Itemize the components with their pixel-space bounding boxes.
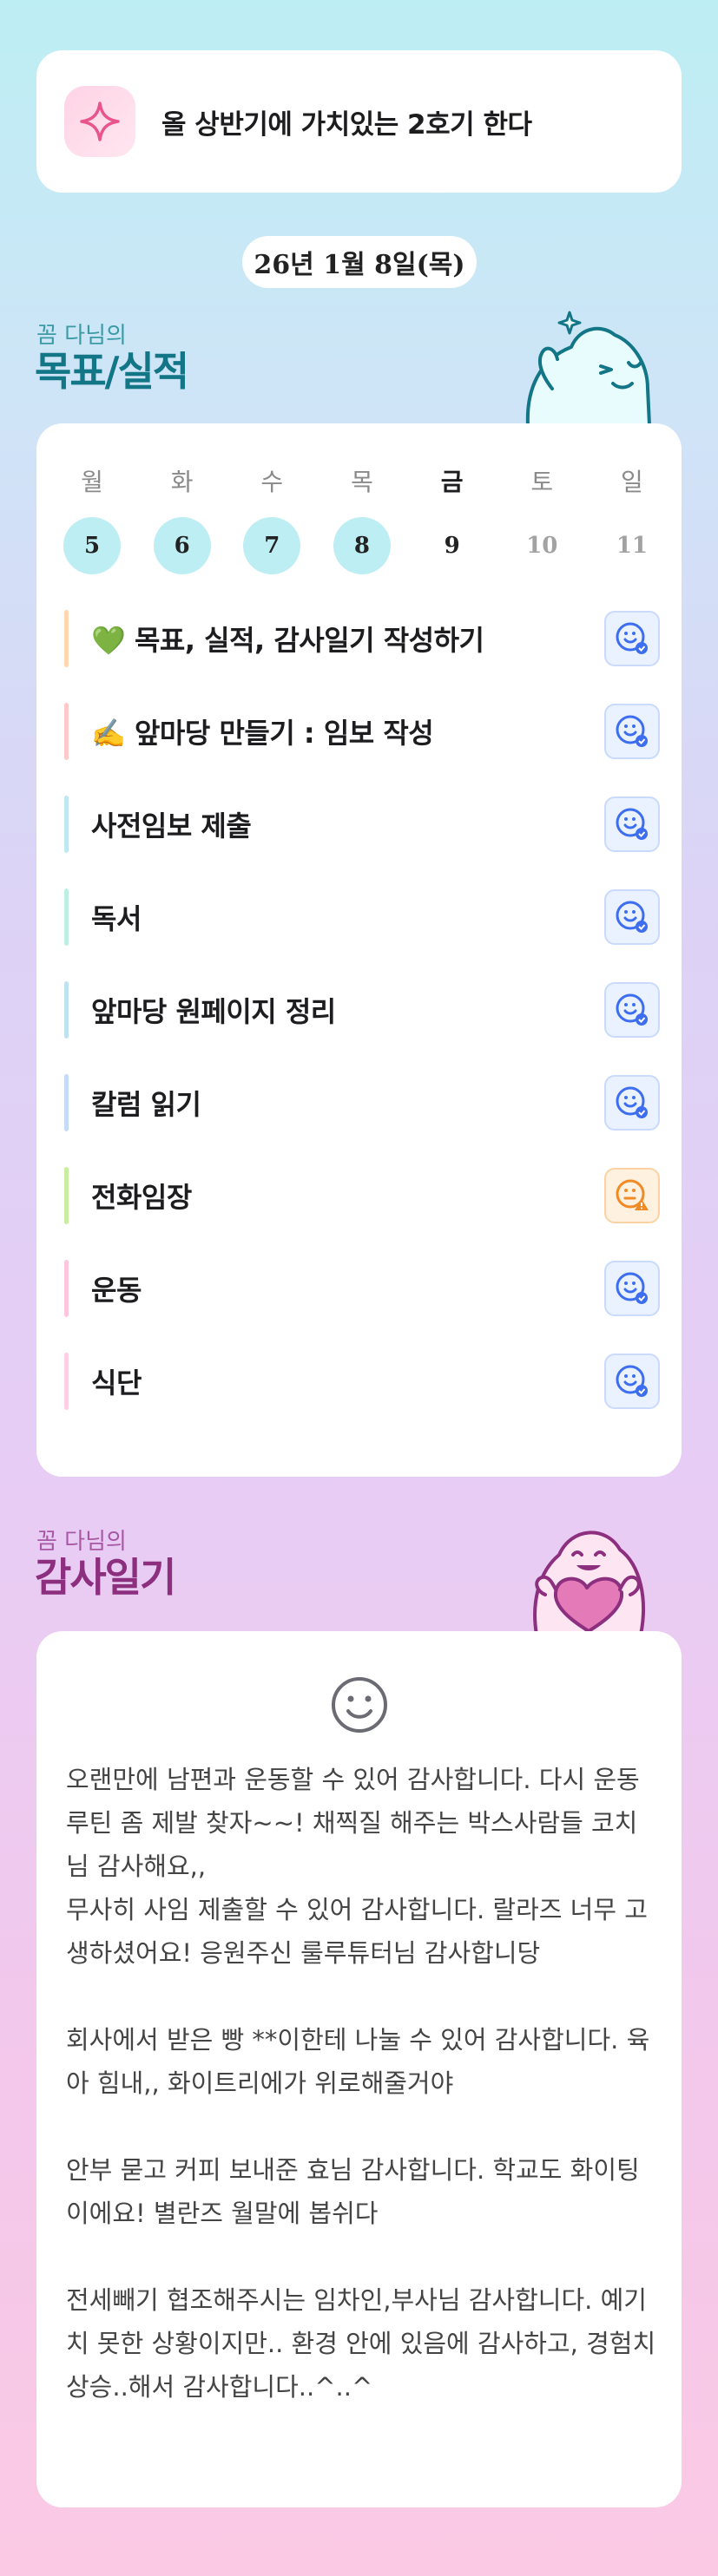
day-number: 11: [616, 533, 649, 559]
task-item[interactable]: 식단: [64, 1353, 660, 1410]
smile-check-icon[interactable]: [604, 796, 660, 852]
week-calendar: 월 5 화 6 수 7 목 8 금 9 토 10 일 11: [63, 463, 662, 574]
gratitude-entry: 회사에서 받은 빵 **이한테 나눌 수 있어 감사합니다. 육아 힘내,, 화…: [66, 2025, 650, 2098]
day-name: 일: [621, 468, 643, 496]
day-name: 목: [351, 468, 373, 496]
task-color-bar: [64, 796, 69, 853]
day-name: 화: [170, 468, 194, 496]
day-number: 7: [243, 517, 301, 574]
task-item[interactable]: 전화임장: [64, 1167, 660, 1224]
smile-check-icon[interactable]: [604, 704, 660, 759]
goal-card[interactable]: 올 상반기에 가치있는 2호기 한다: [36, 50, 682, 193]
mascot-pink-heart-image: [519, 1520, 655, 1638]
task-color-bar: [64, 703, 69, 760]
day-name: 토: [530, 468, 554, 496]
smile-check-icon[interactable]: [604, 1261, 660, 1316]
task-label: 💚 목표, 실적, 감사일기 작성하기: [91, 624, 484, 657]
task-color-bar: [64, 1353, 69, 1410]
day-sat[interactable]: 토 10: [512, 463, 571, 574]
day-thu[interactable]: 목 8: [333, 463, 392, 574]
task-label: 앞마당 원페이지 정리: [91, 995, 336, 1028]
task-label: 독서: [91, 902, 142, 935]
day-number: 6: [153, 517, 211, 574]
day-number: 5: [63, 517, 121, 574]
mascot-teal-image: [517, 309, 656, 429]
gratitude-diary-card: 오랜만에 남편과 운동할 수 있어 감사합니다. 다시 운동 루틴 좀 제발 찾…: [36, 1631, 682, 2507]
smile-warning-icon[interactable]: [604, 1168, 660, 1223]
sparkle-icon: [64, 86, 135, 157]
gratitude-entry: 무사히 사임 제출할 수 있어 감사합니다. 랄라즈 너무 고생하셨어요! 응원…: [66, 1895, 648, 1968]
task-label: 운동: [91, 1274, 142, 1307]
task-item[interactable]: 앞마당 원페이지 정리: [64, 981, 660, 1039]
day-wed[interactable]: 수 7: [242, 463, 301, 574]
smile-check-icon[interactable]: [604, 982, 660, 1038]
smile-check-icon[interactable]: [604, 1075, 660, 1131]
task-item[interactable]: 칼럼 읽기: [64, 1074, 660, 1131]
smile-icon: [329, 1675, 390, 1739]
task-label: 전화임장: [91, 1181, 192, 1214]
goals-section-title: 목표/실적: [35, 348, 189, 395]
task-item[interactable]: 독서: [64, 888, 660, 946]
task-item[interactable]: 운동: [64, 1260, 660, 1317]
day-mon[interactable]: 월 5: [63, 463, 122, 574]
task-color-bar: [64, 981, 69, 1039]
day-sun[interactable]: 일 11: [603, 463, 662, 574]
gratitude-entry: 안부 묻고 커피 보내준 효님 감사합니다. 학교도 화이팅이에요! 별란즈 월…: [66, 2155, 640, 2228]
task-color-bar: [64, 1167, 69, 1224]
task-item[interactable]: ✍️ 앞마당 만들기 : 임보 작성: [64, 703, 660, 760]
gratitude-entry: 오랜만에 남편과 운동할 수 있어 감사합니다. 다시 운동 루틴 좀 제발 찾…: [66, 1765, 640, 1881]
gratitude-entry: 전세빼기 협조해주시는 임차인,부사님 감사합니다. 예기치 못한 상황이지만.…: [66, 2285, 656, 2402]
day-name: 월: [81, 468, 103, 496]
day-tue[interactable]: 화 6: [153, 463, 212, 574]
task-label: ✍️ 앞마당 만들기 : 임보 작성: [91, 717, 434, 750]
day-name: 수: [260, 468, 284, 496]
gratitude-section-title: 감사일기: [35, 1554, 176, 1601]
task-color-bar: [64, 610, 69, 667]
task-item[interactable]: 사전임보 제출: [64, 796, 660, 853]
task-label: 사전임보 제출: [91, 810, 252, 842]
day-name: 금: [440, 468, 464, 496]
day-fri[interactable]: 금 9: [423, 463, 482, 574]
smile-check-icon[interactable]: [604, 611, 660, 666]
tasks-card: 월 5 화 6 수 7 목 8 금 9 토 10 일 11 💚 목표, 실적,: [36, 423, 682, 1477]
task-color-bar: [64, 1260, 69, 1317]
smile-check-icon[interactable]: [604, 889, 660, 945]
day-number: 9: [444, 533, 460, 559]
date-pill[interactable]: 26년 1월 8일(목): [242, 236, 477, 288]
task-label: 칼럼 읽기: [91, 1088, 201, 1121]
goal-text: 올 상반기에 가치있는 2호기 한다: [161, 108, 532, 141]
task-label: 식단: [91, 1367, 142, 1399]
day-number: 10: [526, 533, 558, 559]
task-color-bar: [64, 1074, 69, 1131]
smile-check-icon[interactable]: [604, 1354, 660, 1409]
day-number: 8: [333, 517, 391, 574]
task-item[interactable]: 💚 목표, 실적, 감사일기 작성하기: [64, 610, 660, 667]
task-color-bar: [64, 888, 69, 946]
